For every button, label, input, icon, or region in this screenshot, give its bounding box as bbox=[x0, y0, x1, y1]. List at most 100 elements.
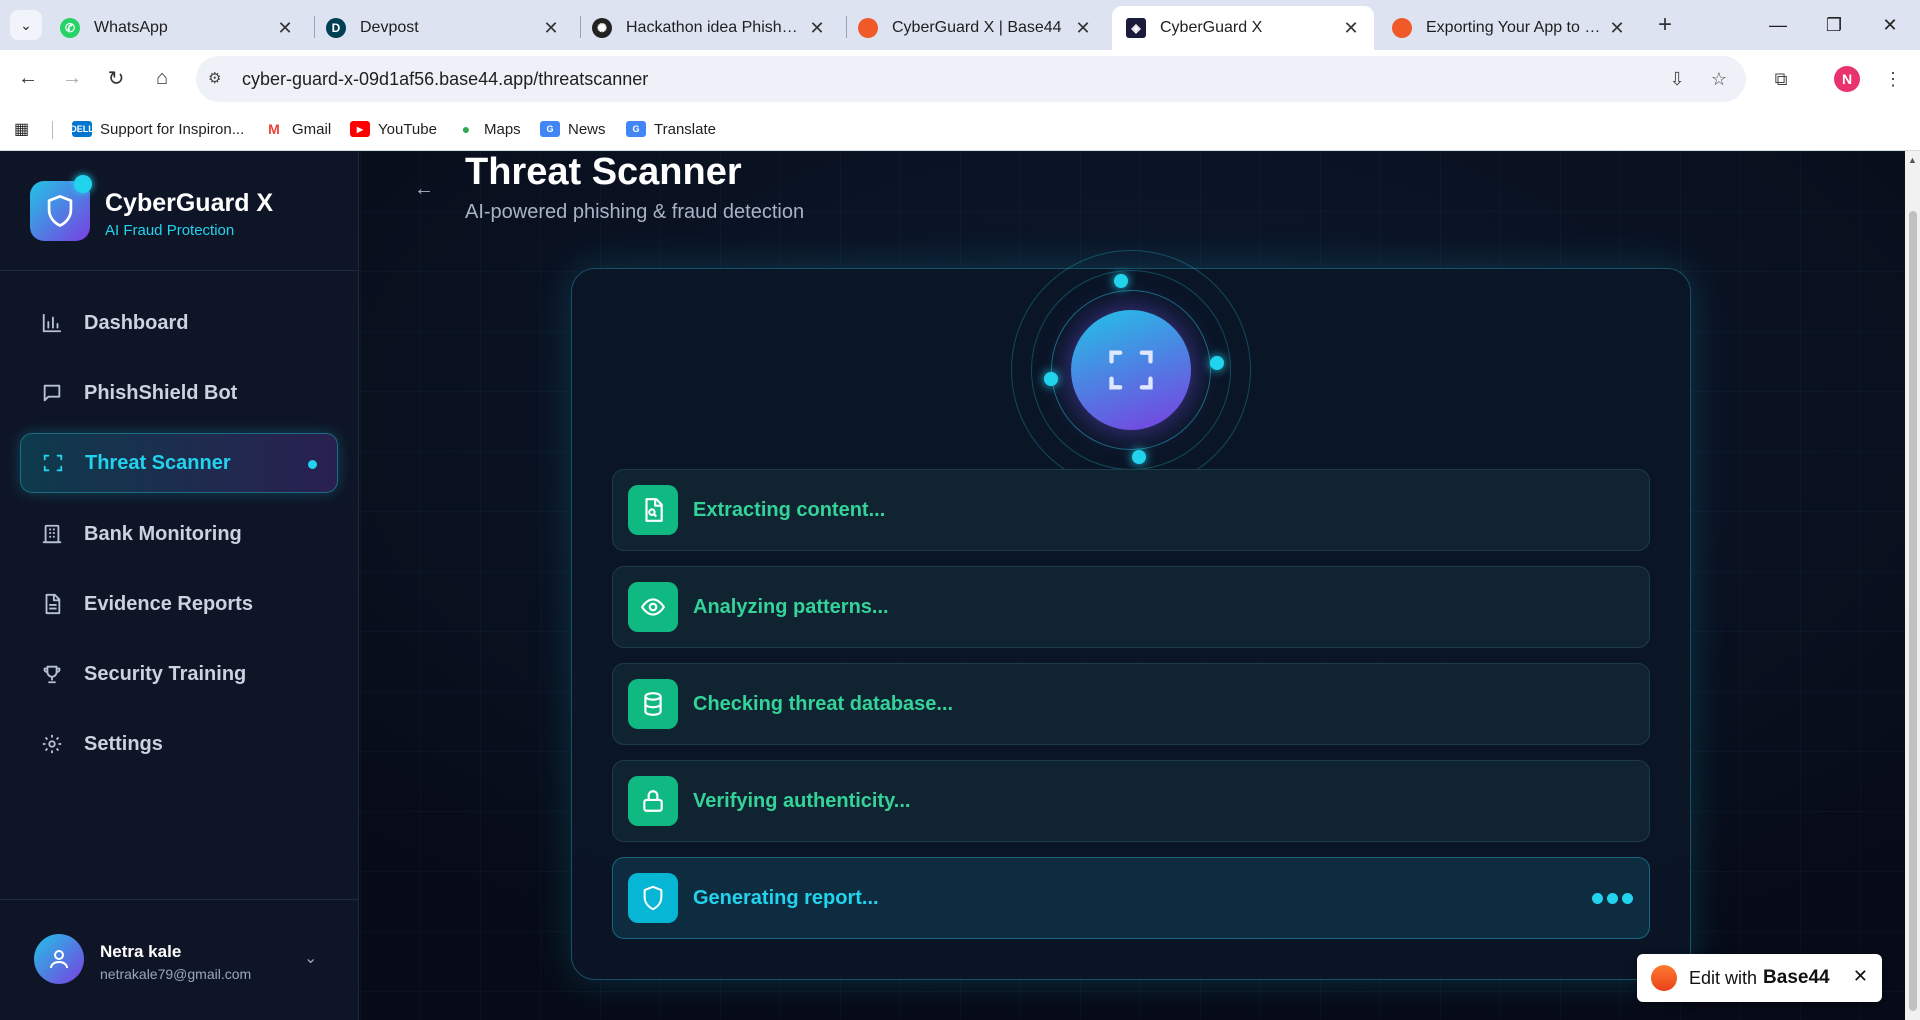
bookmark-translate[interactable]: G Translate bbox=[626, 118, 716, 140]
maps-icon: ● bbox=[456, 121, 476, 137]
tab-title: CyberGuard X | Base44 bbox=[892, 19, 1062, 36]
trophy-icon bbox=[40, 662, 64, 686]
tab-title: Devpost bbox=[360, 19, 419, 36]
sidebar-item-label: Threat Scanner bbox=[85, 451, 231, 474]
news-icon: G bbox=[540, 121, 560, 137]
file-scan-icon bbox=[628, 485, 678, 535]
back-arrow-icon[interactable]: ← bbox=[10, 60, 46, 96]
tab-search-button[interactable]: ⌄ bbox=[10, 10, 42, 40]
bookmark-label: Maps bbox=[484, 120, 521, 138]
close-icon[interactable]: ✕ bbox=[540, 18, 562, 39]
browser-tab[interactable]: Exporting Your App to GitHub ✕ bbox=[1378, 6, 1640, 50]
restore-button[interactable]: ❐ bbox=[1806, 8, 1862, 42]
address-bar[interactable]: cyber-guard-x-09d1af56.base44.app/threat… bbox=[196, 56, 1746, 102]
step-label: Extracting content... bbox=[693, 498, 886, 521]
orbit-dot bbox=[1044, 372, 1058, 386]
edit-label: Edit with bbox=[1689, 967, 1758, 988]
reload-icon[interactable]: ↻ bbox=[98, 60, 134, 96]
status-dot bbox=[74, 175, 92, 193]
chevron-down-icon[interactable]: ⌄ bbox=[304, 948, 317, 968]
site-info-icon[interactable]: ⚙ bbox=[208, 69, 228, 89]
brand-name: CyberGuard X bbox=[105, 189, 274, 217]
close-icon[interactable]: ✕ bbox=[1072, 18, 1094, 39]
browser-tab[interactable]: CyberGuard X | Base44 ✕ bbox=[844, 6, 1106, 50]
scroll-thumb[interactable] bbox=[1909, 211, 1917, 1011]
profile-avatar[interactable]: N bbox=[1834, 66, 1860, 92]
close-icon[interactable]: ✕ bbox=[274, 18, 296, 39]
base44-brand: Base44 bbox=[1763, 967, 1830, 988]
sidebar-item-label: Dashboard bbox=[84, 311, 189, 334]
gmail-icon: M bbox=[264, 121, 284, 137]
minimize-button[interactable]: — bbox=[1750, 8, 1806, 42]
scan-step-current: Generating report... bbox=[612, 857, 1650, 939]
bookmark-dell[interactable]: DELL Support for Inspiron... bbox=[70, 118, 244, 140]
browser-chrome: ⌄ ✆ WhatsApp ✕ D Devpost ✕ ✺ Hackathon i… bbox=[0, 0, 1920, 151]
cyberguard-icon: ◈ bbox=[1126, 18, 1146, 38]
sidebar-item-bank-monitoring[interactable]: Bank Monitoring bbox=[20, 504, 338, 564]
bookmark-label: Gmail bbox=[292, 120, 332, 138]
page-subtitle: AI-powered phishing & fraud detection bbox=[465, 201, 805, 223]
sidebar-item-settings[interactable]: Settings bbox=[20, 714, 338, 774]
orbit-dot bbox=[1210, 356, 1224, 370]
bookmark-star-icon[interactable]: ☆ bbox=[1706, 66, 1732, 92]
sidebar-item-security-training[interactable]: Security Training bbox=[20, 644, 338, 704]
apps-grid-icon[interactable]: ▦ bbox=[14, 118, 29, 140]
new-tab-button[interactable]: + bbox=[1650, 10, 1680, 40]
edit-with-base44-button[interactable]: Edit with Base44 ✕ bbox=[1637, 954, 1882, 1002]
browser-tab[interactable]: ✺ Hackathon idea PhishGuard ✕ bbox=[578, 6, 840, 50]
browser-tab-active[interactable]: ◈ CyberGuard X ✕ bbox=[1112, 6, 1374, 50]
bar-chart-icon bbox=[40, 311, 64, 335]
scan-step: Extracting content... bbox=[612, 469, 1650, 551]
orbit-dot bbox=[1132, 450, 1146, 464]
close-icon[interactable]: ✕ bbox=[1606, 18, 1628, 39]
install-app-icon[interactable]: ⇩ bbox=[1664, 66, 1690, 92]
base44-icon bbox=[1392, 18, 1412, 38]
back-arrow-icon[interactable]: ← bbox=[410, 175, 438, 203]
step-label: Verifying authenticity... bbox=[693, 789, 911, 812]
sidebar-item-dashboard[interactable]: Dashboard bbox=[20, 293, 338, 353]
close-window-button[interactable]: ✕ bbox=[1862, 8, 1918, 42]
bookmark-gmail[interactable]: M Gmail bbox=[264, 118, 331, 140]
sidebar-item-label: Evidence Reports bbox=[84, 592, 253, 615]
tab-strip: ⌄ ✆ WhatsApp ✕ D Devpost ✕ ✺ Hackathon i… bbox=[0, 0, 1920, 50]
menu-dots-icon[interactable]: ⋮ bbox=[1880, 66, 1906, 92]
browser-tab[interactable]: D Devpost ✕ bbox=[312, 6, 574, 50]
scroll-up-icon[interactable]: ▲ bbox=[1908, 155, 1917, 165]
user-profile[interactable]: Netra kale netrakale79@gmail.com ⌄ bbox=[0, 899, 359, 1020]
extensions-icon[interactable]: ⧉ bbox=[1768, 66, 1794, 92]
close-icon[interactable]: ✕ bbox=[806, 18, 828, 39]
chat-icon bbox=[40, 381, 64, 405]
brand-subtitle: AI Fraud Protection bbox=[105, 222, 235, 239]
url-text: cyber-guard-x-09d1af56.base44.app/threat… bbox=[242, 68, 649, 89]
page-scrollbar[interactable]: ▲ bbox=[1905, 151, 1920, 1020]
bookmark-maps[interactable]: ● Maps bbox=[456, 118, 521, 140]
forward-arrow-icon[interactable]: → bbox=[54, 60, 90, 96]
tab-title: Exporting Your App to GitHub bbox=[1426, 19, 1606, 36]
app-viewport: CyberGuard X AI Fraud Protection Dashboa… bbox=[0, 151, 1905, 1020]
youtube-icon: ▶ bbox=[350, 121, 370, 137]
close-icon[interactable]: ✕ bbox=[1340, 18, 1362, 39]
shield-icon bbox=[628, 873, 678, 923]
bookmark-label: Translate bbox=[654, 120, 716, 138]
bookmark-youtube[interactable]: ▶ YouTube bbox=[350, 118, 437, 140]
sidebar-item-label: Bank Monitoring bbox=[84, 522, 242, 545]
active-indicator-dot bbox=[308, 460, 317, 469]
browser-tab[interactable]: ✆ WhatsApp ✕ bbox=[46, 6, 308, 50]
bookmark-label: YouTube bbox=[378, 120, 437, 138]
sidebar-item-evidence-reports[interactable]: Evidence Reports bbox=[20, 574, 338, 634]
close-icon[interactable]: ✕ bbox=[1853, 966, 1868, 987]
step-label: Checking threat database... bbox=[693, 692, 954, 715]
tab-title: Hackathon idea PhishGuard bbox=[626, 19, 806, 36]
bookmarks-bar: ▦ DELL Support for Inspiron... M Gmail ▶… bbox=[0, 108, 1920, 151]
base44-icon bbox=[858, 18, 878, 38]
home-icon[interactable]: ⌂ bbox=[144, 60, 180, 96]
sidebar-item-phishshield-bot[interactable]: PhishShield Bot bbox=[20, 363, 338, 423]
scan-step: Verifying authenticity... bbox=[612, 760, 1650, 842]
base44-logo-icon bbox=[1651, 965, 1677, 991]
scan-step: Checking threat database... bbox=[612, 663, 1650, 745]
bookmark-label: News bbox=[568, 120, 606, 138]
bookmark-news[interactable]: G News bbox=[540, 118, 606, 140]
whatsapp-icon: ✆ bbox=[60, 18, 80, 38]
sidebar-item-threat-scanner[interactable]: Threat Scanner bbox=[20, 433, 338, 493]
database-icon bbox=[628, 679, 678, 729]
